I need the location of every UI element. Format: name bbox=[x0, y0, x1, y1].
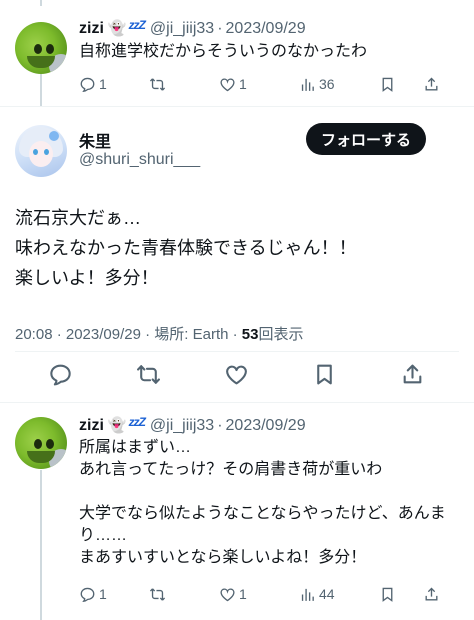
share-icon bbox=[403, 364, 421, 383]
tweet-actions: 1 1 36 bbox=[79, 73, 460, 95]
tweet-actions: 1 1 44 bbox=[79, 583, 460, 605]
views-count: 53 bbox=[241, 326, 259, 343]
reply-icon bbox=[80, 77, 95, 92]
avatar[interactable] bbox=[15, 22, 67, 74]
like-count: 1 bbox=[239, 76, 247, 92]
avatar[interactable] bbox=[15, 125, 67, 177]
separator-dot: · bbox=[217, 417, 223, 434]
views-icon bbox=[301, 78, 314, 91]
like-button[interactable]: 1 bbox=[219, 586, 299, 603]
separator-dot: · bbox=[217, 20, 223, 37]
share-button[interactable] bbox=[399, 361, 425, 387]
user-handle[interactable]: @ji_jiij33 bbox=[150, 415, 214, 436]
views-button[interactable]: 44 bbox=[299, 586, 379, 603]
zzz-emoji-icon: zzZ bbox=[128, 18, 146, 32]
timestamp-location[interactable]: 20:08 · 2023/09/29 · 場所: Earth · bbox=[15, 326, 242, 343]
reply-button[interactable] bbox=[47, 361, 73, 387]
share-icon bbox=[425, 77, 438, 90]
bookmark-icon bbox=[382, 77, 393, 92]
zzz-emoji-icon: zzZ bbox=[128, 415, 146, 429]
reply-icon bbox=[80, 587, 95, 602]
share-button[interactable] bbox=[423, 586, 440, 603]
tweet-actions bbox=[0, 361, 474, 391]
bookmark-button[interactable] bbox=[379, 586, 423, 603]
main-tweet: 朱里 @shuri_shuri___ フォローする 流石京大だぁ… 味わえなかっ… bbox=[0, 115, 474, 402]
ghost-emoji-icon: 👻 bbox=[107, 20, 127, 37]
reply-count: 1 bbox=[99, 76, 107, 92]
retweet-icon bbox=[149, 587, 166, 601]
ghost-emoji-icon: 👻 bbox=[107, 417, 127, 434]
views-label: 回表示 bbox=[258, 326, 304, 343]
retweet-button[interactable] bbox=[149, 76, 219, 93]
reply-button[interactable]: 1 bbox=[79, 586, 149, 603]
heart-icon bbox=[225, 365, 247, 384]
display-name[interactable]: 朱里 bbox=[79, 128, 111, 152]
user-handle[interactable]: @ji_jiij33 bbox=[150, 18, 214, 39]
retweet-icon bbox=[136, 364, 160, 384]
tweet-text: 流石京大だぁ… 味わえなかった青春体験できるじゃん！！ 楽しいよ！多分！ bbox=[15, 208, 357, 288]
reply-tweet-top[interactable]: zizi 👻 zzZ @ji_jiij33 · 2023/09/29 自称進学校… bbox=[0, 0, 474, 106]
bookmark-icon bbox=[382, 587, 393, 602]
tweet-date[interactable]: 2023/09/29 bbox=[226, 18, 306, 39]
like-count: 1 bbox=[239, 586, 247, 602]
retweet-button[interactable] bbox=[135, 361, 161, 387]
heart-icon bbox=[220, 77, 235, 91]
views-count: 44 bbox=[319, 586, 335, 602]
retweet-button[interactable] bbox=[149, 586, 219, 603]
reply-tweet-bottom[interactable]: zizi 👻 zzZ @ji_jiij33 · 2023/09/29 所属はまず… bbox=[0, 403, 474, 620]
divider bbox=[15, 351, 459, 352]
user-handle[interactable]: @shuri_shuri___ bbox=[79, 151, 200, 169]
like-button[interactable]: 1 bbox=[219, 76, 299, 93]
bookmark-button[interactable] bbox=[379, 76, 423, 93]
display-name[interactable]: zizi bbox=[79, 415, 104, 436]
divider bbox=[0, 106, 474, 107]
follow-button[interactable]: フォローする bbox=[305, 123, 426, 155]
tweet-text: 所属はまずい… あれ言ってたっけ？その肩書き荷が重いわ 大学でなら似たようなこと… bbox=[79, 439, 446, 566]
bookmark-icon bbox=[316, 364, 332, 384]
views-icon bbox=[301, 588, 314, 601]
tweet-header: zizi 👻 zzZ @ji_jiij33 · 2023/09/29 bbox=[79, 18, 464, 39]
share-button[interactable] bbox=[423, 76, 440, 93]
tweet-meta: 20:08 · 2023/09/29 · 場所: Earth · 53回表示 bbox=[15, 323, 304, 344]
reply-count: 1 bbox=[99, 586, 107, 602]
display-name[interactable]: zizi bbox=[79, 18, 104, 39]
heart-icon bbox=[220, 587, 235, 601]
bookmark-button[interactable] bbox=[311, 361, 337, 387]
like-button[interactable] bbox=[223, 361, 249, 387]
share-icon bbox=[425, 587, 438, 600]
tweet-text: 自称進学校だからそういうのなかったわ bbox=[79, 43, 368, 60]
avatar[interactable] bbox=[15, 417, 67, 469]
tweet-date[interactable]: 2023/09/29 bbox=[226, 415, 306, 436]
tweet-header: zizi 👻 zzZ @ji_jiij33 · 2023/09/29 bbox=[79, 415, 464, 436]
reply-button[interactable]: 1 bbox=[79, 76, 149, 93]
views-button[interactable]: 36 bbox=[299, 76, 379, 93]
reply-icon bbox=[49, 364, 71, 385]
views-count: 36 bbox=[319, 76, 335, 92]
retweet-icon bbox=[149, 77, 166, 91]
